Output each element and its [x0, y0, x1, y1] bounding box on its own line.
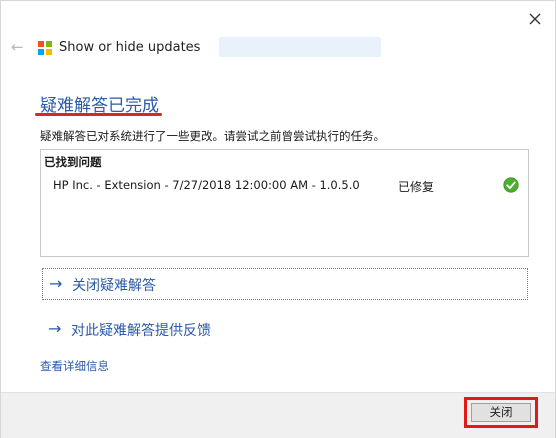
problem-status: 已修复: [398, 180, 435, 194]
problem-row: HP Inc. - Extension - 7/27/2018 12:00:00…: [41, 176, 528, 196]
close-troubleshooter-link[interactable]: → 关闭疑难解答: [42, 268, 528, 300]
close-button[interactable]: 关闭: [471, 403, 531, 422]
close-button-highlight: 关闭: [464, 397, 538, 428]
blurred-header-element: [219, 37, 381, 57]
close-troubleshooter-label: 关闭疑难解答: [72, 278, 156, 294]
arrow-right-icon: →: [48, 319, 62, 338]
heading-red-underline: [35, 113, 162, 116]
back-arrow-icon[interactable]: ←: [11, 40, 25, 55]
close-icon[interactable]: [527, 11, 543, 27]
problems-header: 已找到问题: [44, 155, 102, 169]
feedback-link[interactable]: → 对此疑难解答提供反馈: [42, 314, 342, 346]
problem-name: HP Inc. - Extension - 7/27/2018 12:00:00…: [53, 178, 360, 192]
footer-bar: 关闭: [1, 392, 555, 438]
feedback-label: 对此疑难解答提供反馈: [71, 323, 211, 339]
app-title: Show or hide updates: [59, 40, 201, 55]
windows-logo-icon: [38, 41, 52, 55]
problems-found-box: 已找到问题 HP Inc. - Extension - 7/27/2018 12…: [40, 149, 529, 257]
arrow-right-icon: →: [49, 274, 63, 293]
troubleshooter-window: ← Show or hide updates 疑难解答已完成 疑难解答已对系统进…: [0, 0, 556, 438]
description-text: 疑难解答已对系统进行了一些更改。请尝试之前曾尝试执行的任务。: [40, 129, 385, 143]
view-details-link[interactable]: 查看详细信息: [40, 358, 109, 374]
check-mark-icon: [503, 177, 519, 193]
